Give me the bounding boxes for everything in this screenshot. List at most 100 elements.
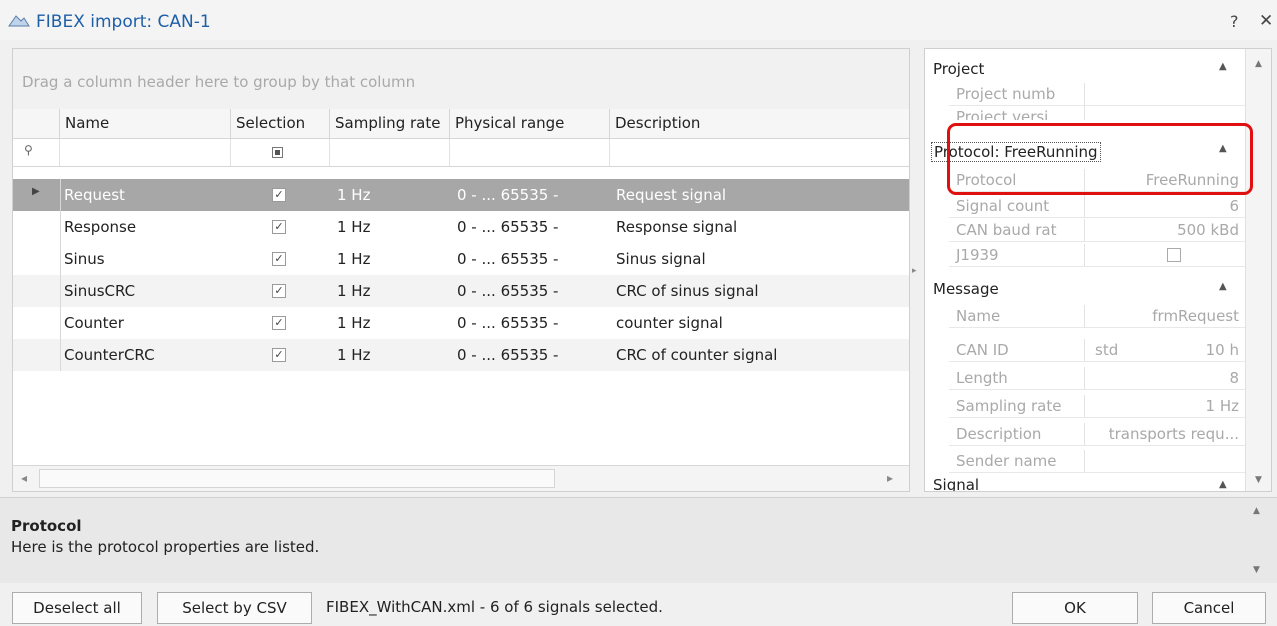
collapse-icon[interactable]: ▲ (1219, 61, 1227, 72)
filter-description[interactable] (610, 139, 909, 166)
property-key: Sampling rate (949, 395, 1085, 418)
table-row[interactable]: Counter ✓ 1 Hz 0 - ... 65535 - counter s… (13, 307, 909, 339)
scroll-right-icon[interactable]: ▸ (887, 471, 893, 485)
property-row[interactable]: Project versi (925, 106, 1245, 120)
selection-checkbox[interactable]: ✓ (272, 252, 286, 266)
header-sampling-rate[interactable]: Sampling rate (330, 109, 450, 139)
filter-checkbox[interactable] (272, 147, 283, 158)
cell-sampling-rate: 1 Hz (337, 346, 371, 364)
scroll-up-icon[interactable]: ▲ (1255, 59, 1262, 69)
property-row[interactable]: CAN ID std 10 h (925, 339, 1245, 362)
property-value: 8 (1085, 367, 1245, 390)
cell-name: SinusCRC (64, 282, 136, 300)
category-message[interactable]: Message ▲ (925, 275, 1245, 303)
scrollbar-thumb[interactable] (39, 469, 555, 488)
collapse-icon[interactable]: ▲ (1219, 281, 1227, 292)
group-panel[interactable]: Drag a column header here to group by th… (13, 49, 909, 109)
property-key: Length (949, 367, 1085, 390)
property-row[interactable]: Project numb (925, 83, 1245, 106)
fibex-icon (8, 15, 30, 27)
cell-name: CounterCRC (64, 346, 155, 364)
group-hint: Drag a column header here to group by th… (22, 73, 416, 91)
signal-grid: Drag a column header here to group by th… (12, 48, 910, 492)
property-row[interactable]: Sender name (925, 450, 1245, 473)
header-selection[interactable]: Selection (231, 109, 330, 139)
category-label: Message (933, 280, 999, 298)
property-row[interactable]: Length 8 (925, 367, 1245, 390)
cell-name: Sinus (64, 250, 105, 268)
cell-physical-range: 0 - ... 65535 - (457, 250, 559, 268)
filter-row: ⚲ (13, 139, 909, 167)
property-scrollbar[interactable]: ▲ ▼ (1245, 49, 1271, 491)
select-by-csv-button[interactable]: Select by CSV (157, 592, 312, 624)
selection-checkbox[interactable]: ✓ (272, 284, 286, 298)
column-divider (60, 179, 61, 371)
table-row[interactable]: SinusCRC ✓ 1 Hz 0 - ... 65535 - CRC of s… (13, 275, 909, 307)
property-row[interactable]: CAN baud rat 500 kBd (925, 219, 1245, 242)
cancel-button[interactable]: Cancel (1152, 592, 1266, 624)
property-value (1085, 244, 1245, 267)
selection-checkbox[interactable]: ✓ (272, 316, 286, 330)
filter-physical-range[interactable] (450, 139, 610, 166)
scroll-left-icon[interactable]: ◂ (21, 471, 27, 485)
filter-name[interactable] (60, 139, 231, 166)
deselect-all-button[interactable]: Deselect all (12, 592, 142, 624)
property-row[interactable]: J1939 (925, 244, 1245, 267)
cell-name: Counter (64, 314, 124, 332)
header-indicator (13, 109, 60, 139)
j1939-checkbox[interactable] (1167, 248, 1181, 262)
property-value (1085, 83, 1245, 106)
header-physical-range[interactable]: Physical range (450, 109, 610, 139)
filter-sampling-rate[interactable] (330, 139, 450, 166)
close-button[interactable]: ✕ (1259, 11, 1273, 31)
scroll-up-icon[interactable]: ▲ (1253, 506, 1260, 516)
property-key: Signal count (949, 195, 1085, 218)
scroll-down-icon[interactable]: ▼ (1255, 475, 1262, 485)
property-row[interactable]: Sampling rate 1 Hz (925, 395, 1245, 418)
help-button[interactable]: ? (1230, 12, 1239, 31)
description-panel: Protocol Here is the protocol properties… (0, 497, 1277, 583)
property-value: 1 Hz (1085, 395, 1245, 418)
property-row[interactable]: Description transports requ... (925, 423, 1245, 446)
cell-description: Sinus signal (616, 250, 706, 268)
property-row[interactable]: Name frmRequest (925, 305, 1245, 328)
header-description[interactable]: Description (610, 109, 909, 139)
cell-sampling-rate: 1 Hz (337, 282, 371, 300)
horizontal-scrollbar[interactable]: ◂ ▸ (13, 465, 909, 491)
splitter-arrow-icon[interactable]: ▸ (912, 266, 917, 276)
property-row[interactable]: Signal count 6 (925, 195, 1245, 218)
cell-description: Request signal (616, 186, 727, 204)
property-key: Project numb (949, 83, 1085, 106)
category-project[interactable]: Project ▲ (925, 55, 1245, 83)
scroll-down-icon[interactable]: ▼ (1253, 565, 1260, 575)
property-value: 500 kBd (1085, 219, 1245, 242)
category-signal[interactable]: Signal ▲ (925, 475, 1245, 491)
property-key: CAN ID (949, 339, 1085, 362)
table-row[interactable]: ▶ Request ✓ 1 Hz 0 - ... 65535 - Request… (13, 179, 909, 211)
property-key: J1939 (949, 244, 1085, 267)
filter-selection[interactable] (231, 139, 330, 166)
header-name[interactable]: Name (60, 109, 231, 139)
property-key: Project versi (949, 106, 1085, 120)
cell-physical-range: 0 - ... 65535 - (457, 346, 559, 364)
property-value: transports requ... (1085, 423, 1245, 446)
cell-physical-range: 0 - ... 65535 - (457, 314, 559, 332)
can-id-value: 10 h (1205, 341, 1239, 359)
ok-button[interactable]: OK (1012, 592, 1138, 624)
cell-physical-range: 0 - ... 65535 - (457, 282, 559, 300)
category-label: Project (933, 60, 985, 78)
cell-name: Response (64, 218, 137, 236)
cell-sampling-rate: 1 Hz (337, 186, 371, 204)
window-title: FIBEX import: CAN-1 (36, 12, 211, 32)
selection-checkbox[interactable]: ✓ (272, 188, 286, 202)
collapse-icon[interactable]: ▲ (1219, 479, 1227, 490)
category-label: Signal (933, 476, 980, 491)
table-row[interactable]: Sinus ✓ 1 Hz 0 - ... 65535 - Sinus signa… (13, 243, 909, 275)
property-key: CAN baud rat (949, 219, 1085, 242)
property-value (1085, 450, 1245, 473)
cell-name: Request (64, 186, 125, 204)
selection-checkbox[interactable]: ✓ (272, 348, 286, 362)
table-row[interactable]: Response ✓ 1 Hz 0 - ... 65535 - Response… (13, 211, 909, 243)
selection-checkbox[interactable]: ✓ (272, 220, 286, 234)
table-row[interactable]: CounterCRC ✓ 1 Hz 0 - ... 65535 - CRC of… (13, 339, 909, 371)
